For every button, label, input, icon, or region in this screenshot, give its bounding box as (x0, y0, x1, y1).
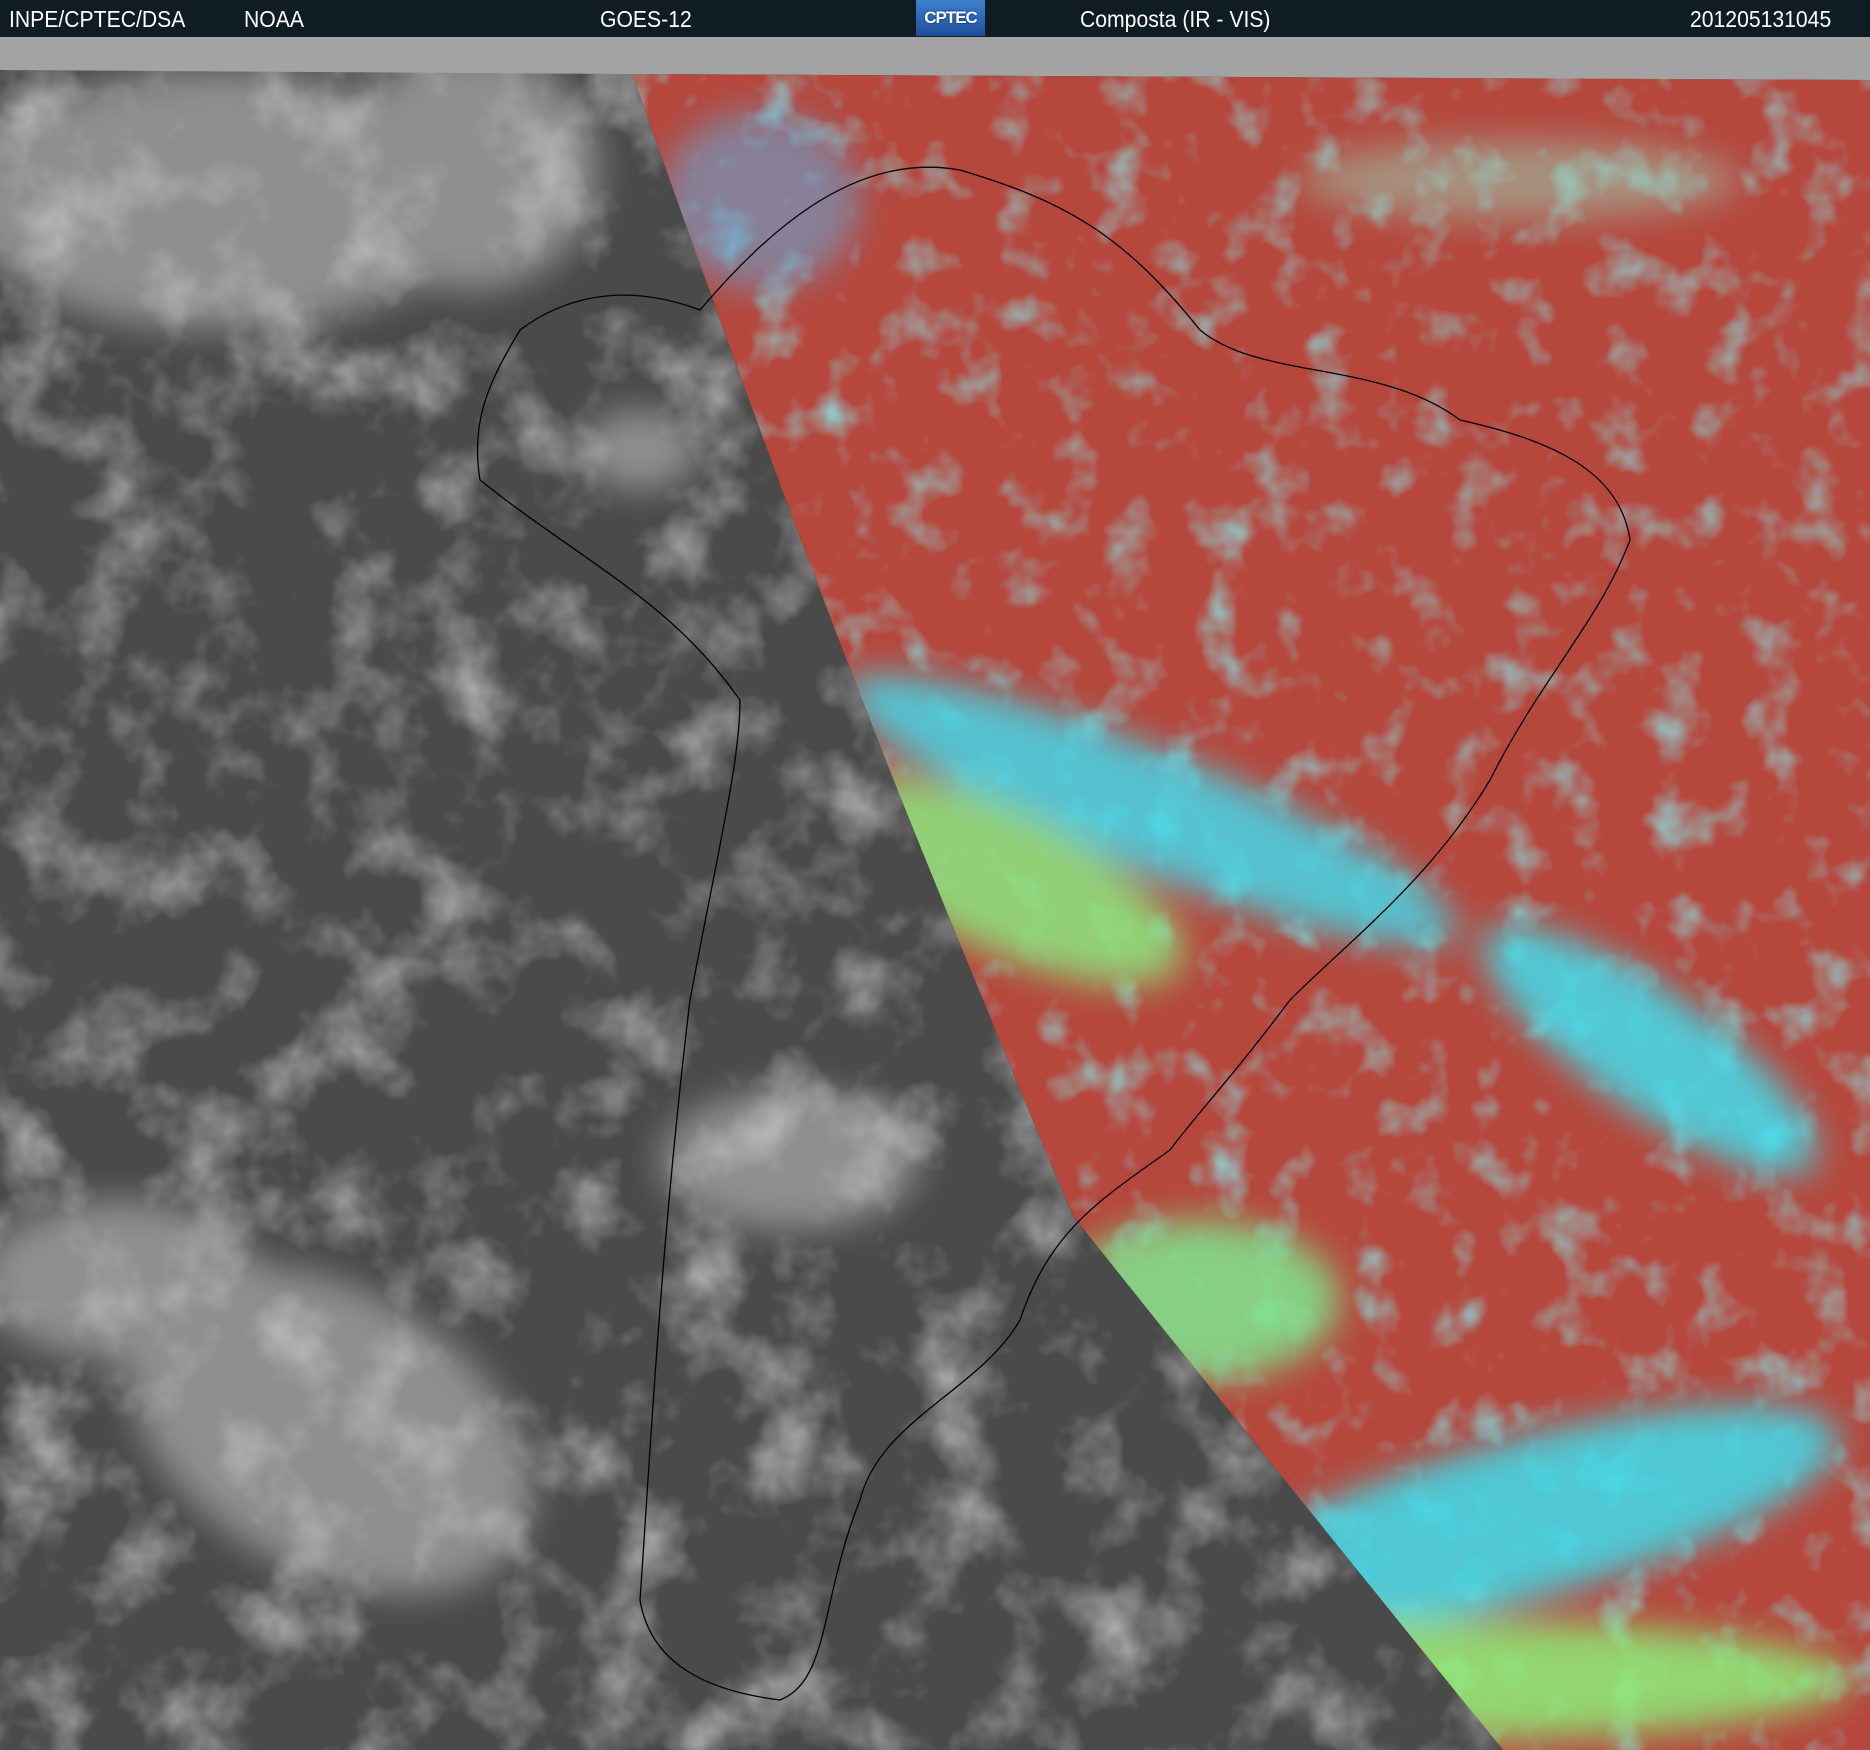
timestamp-label: 201205131045 (1690, 6, 1832, 32)
agency-label: NOAA (244, 6, 304, 32)
title-bar: INPE/CPTEC/DSA NOAA GOES-12 CPTEC Compos… (0, 0, 1870, 37)
logo-text: CPTEC (924, 8, 978, 27)
cptec-logo: CPTEC (916, 0, 985, 36)
satellite-image (0, 37, 1870, 1750)
product-label: Composta (IR - VIS) (1080, 6, 1271, 32)
source-label: INPE/CPTEC/DSA (9, 6, 186, 32)
satellite-label: GOES-12 (600, 6, 692, 32)
